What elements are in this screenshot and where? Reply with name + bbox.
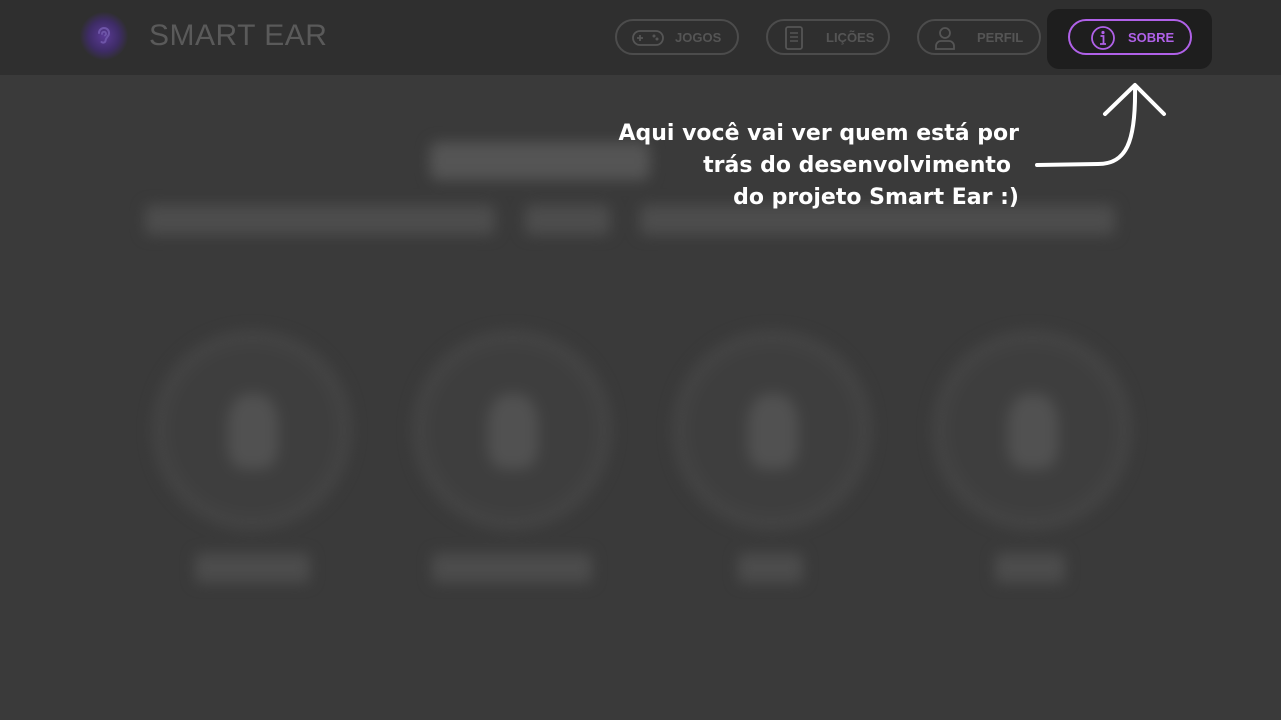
nav-perfil-button[interactable]: PERFIL [917, 19, 1041, 55]
team-member-name [195, 553, 310, 583]
curved-arrow-icon [1035, 83, 1166, 167]
tutorial-tooltip-text: Aqui você vai ver quem está por trás do … [599, 118, 1019, 214]
sobre-highlight: SOBRE [1047, 9, 1212, 69]
nav-jogos-button[interactable]: JOGOS [615, 19, 739, 55]
team-member-name [432, 553, 592, 583]
nav-perfil-label: PERFIL [977, 30, 1024, 45]
team-member-photo [152, 330, 352, 530]
info-icon [1090, 25, 1116, 56]
tooltip-line: Aqui você vai ver quem está por [618, 121, 1019, 146]
ear-icon [80, 12, 128, 60]
nav-sobre-button[interactable]: SOBRE [1068, 19, 1192, 55]
nav-licoes-button[interactable]: LIÇÕES [766, 19, 890, 55]
user-icon [933, 25, 957, 56]
tooltip-line: do projeto Smart Ear :) [733, 185, 1019, 210]
nav-licoes-label: LIÇÕES [826, 30, 875, 45]
team-member-photo [932, 330, 1132, 530]
blurred-subtitle-part [145, 205, 495, 235]
team-member-name [995, 553, 1065, 583]
tooltip-line: trás do desenvolvimento [703, 153, 1011, 178]
blurred-subtitle-part [525, 205, 610, 235]
gamepad-icon [631, 25, 665, 54]
team-member-name [738, 553, 803, 583]
document-icon [782, 25, 806, 56]
team-member-photo [412, 330, 612, 530]
team-member-photo [672, 330, 872, 530]
nav-jogos-label: JOGOS [675, 30, 722, 45]
nav-sobre-label: SOBRE [1128, 30, 1175, 45]
app-title: SMART EAR [149, 19, 328, 52]
top-navbar: SMART EAR JOGOS LIÇÕES PERFIL SOBRE [0, 0, 1281, 75]
